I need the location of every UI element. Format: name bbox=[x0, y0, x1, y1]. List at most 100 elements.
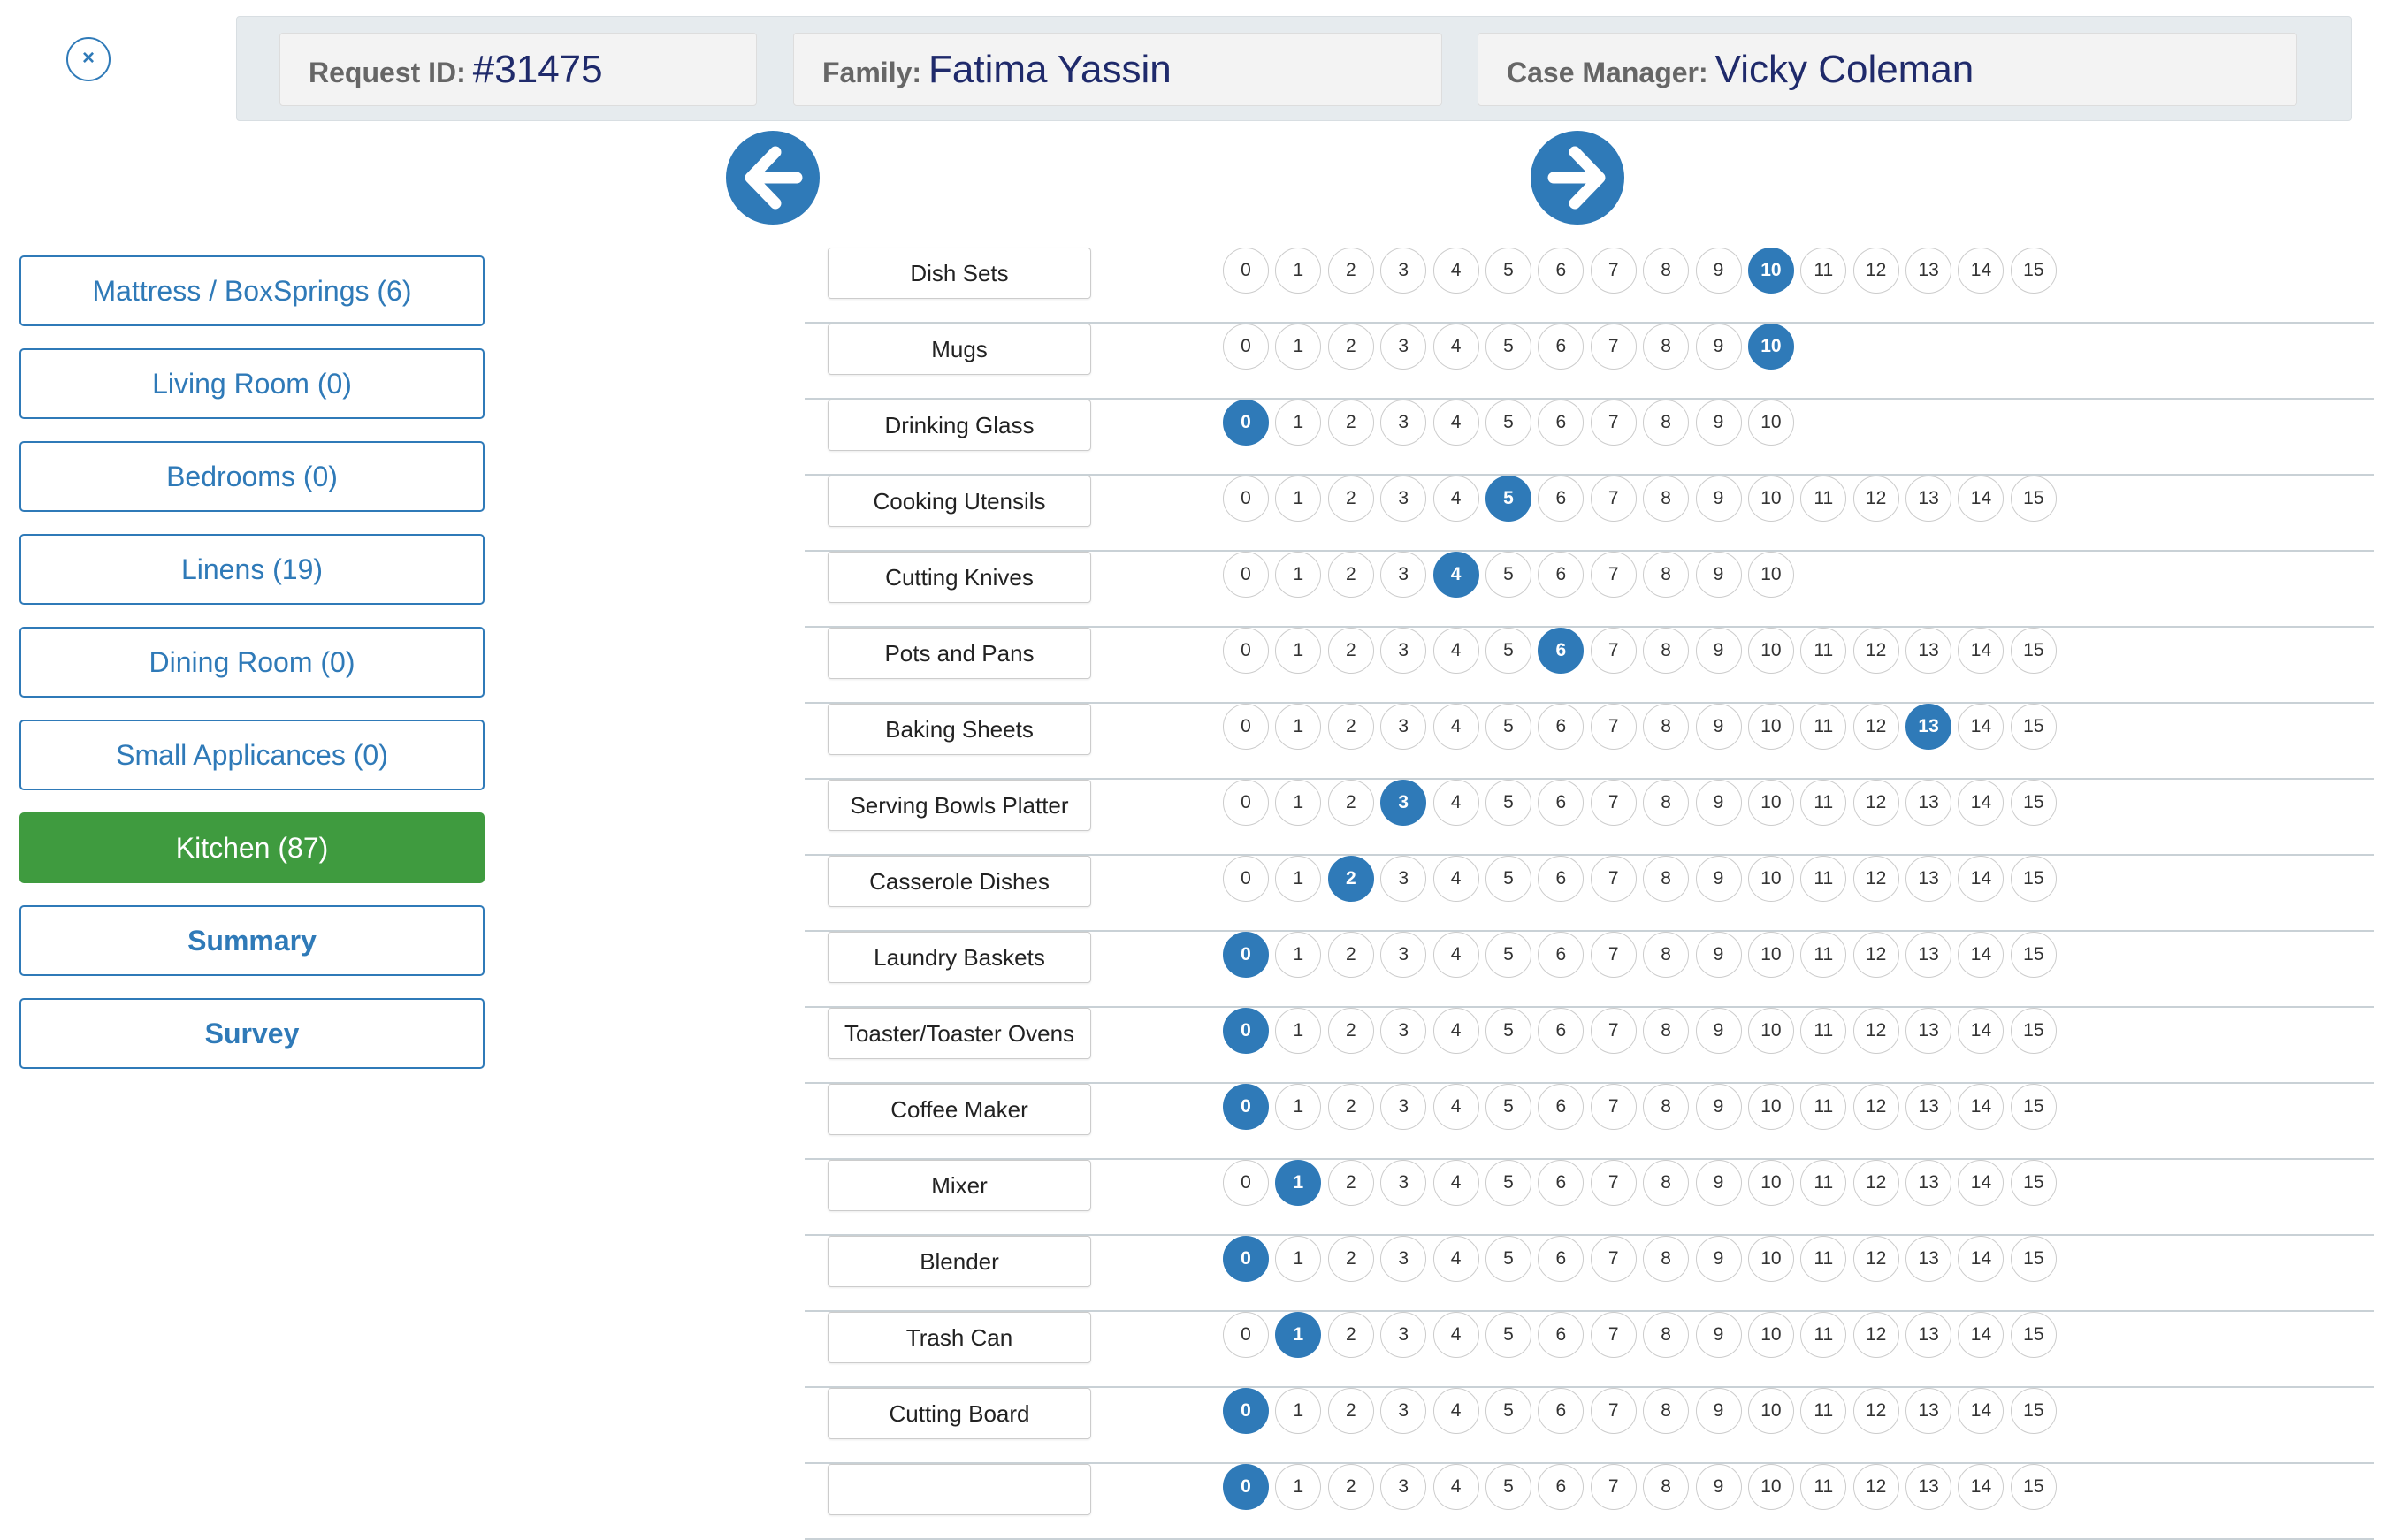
quantity-option[interactable]: 14 bbox=[1958, 1084, 2005, 1130]
quantity-option[interactable]: 9 bbox=[1695, 1008, 1742, 1054]
quantity-option[interactable]: 4 bbox=[1432, 1464, 1479, 1510]
previous-button[interactable] bbox=[726, 131, 820, 225]
quantity-option[interactable]: 14 bbox=[1958, 932, 2005, 978]
quantity-option[interactable]: 0 bbox=[1223, 1312, 1269, 1358]
quantity-option[interactable]: 3 bbox=[1380, 1312, 1427, 1358]
quantity-option[interactable]: 13 bbox=[1905, 1312, 1952, 1358]
quantity-option[interactable]: 0 bbox=[1223, 932, 1269, 978]
category-survey[interactable]: Survey bbox=[19, 998, 485, 1069]
quantity-option[interactable]: 11 bbox=[1800, 1312, 1847, 1358]
quantity-option[interactable]: 0 bbox=[1223, 552, 1269, 598]
quantity-option[interactable]: 4 bbox=[1432, 780, 1479, 826]
category-mattress-boxsprings[interactable]: Mattress / BoxSprings (6) bbox=[19, 255, 485, 326]
quantity-option[interactable]: 10 bbox=[1747, 780, 1794, 826]
quantity-option[interactable]: 2 bbox=[1327, 704, 1374, 750]
quantity-option[interactable]: 4 bbox=[1432, 476, 1479, 522]
quantity-option[interactable]: 15 bbox=[2010, 1464, 2057, 1510]
quantity-option[interactable]: 11 bbox=[1800, 1008, 1847, 1054]
quantity-option[interactable]: 12 bbox=[1852, 248, 1899, 294]
quantity-option[interactable]: 7 bbox=[1590, 932, 1637, 978]
quantity-option[interactable]: 12 bbox=[1852, 628, 1899, 674]
quantity-option[interactable]: 5 bbox=[1485, 1236, 1531, 1282]
quantity-option[interactable]: 13 bbox=[1905, 856, 1952, 902]
quantity-option[interactable]: 11 bbox=[1800, 1160, 1847, 1206]
quantity-option[interactable]: 7 bbox=[1590, 1312, 1637, 1358]
category-small-applicances[interactable]: Small Applicances (0) bbox=[19, 720, 485, 790]
quantity-option[interactable]: 0 bbox=[1223, 856, 1269, 902]
quantity-option[interactable]: 3 bbox=[1380, 628, 1427, 674]
quantity-option[interactable]: 7 bbox=[1590, 552, 1637, 598]
quantity-option[interactable]: 4 bbox=[1432, 552, 1479, 598]
quantity-option[interactable]: 2 bbox=[1327, 552, 1374, 598]
quantity-option[interactable]: 6 bbox=[1538, 704, 1585, 750]
quantity-option[interactable]: 11 bbox=[1800, 1236, 1847, 1282]
quantity-option[interactable]: 3 bbox=[1380, 1464, 1427, 1510]
quantity-option[interactable]: 9 bbox=[1695, 780, 1742, 826]
quantity-option[interactable]: 0 bbox=[1223, 476, 1269, 522]
quantity-option[interactable]: 8 bbox=[1643, 1388, 1690, 1434]
quantity-option[interactable]: 0 bbox=[1223, 324, 1269, 370]
quantity-option[interactable]: 8 bbox=[1643, 780, 1690, 826]
quantity-option[interactable]: 6 bbox=[1538, 856, 1585, 902]
quantity-option[interactable]: 14 bbox=[1958, 856, 2005, 902]
quantity-option[interactable]: 12 bbox=[1852, 1008, 1899, 1054]
quantity-option[interactable]: 8 bbox=[1643, 1236, 1690, 1282]
quantity-option[interactable]: 2 bbox=[1327, 476, 1374, 522]
quantity-option[interactable]: 4 bbox=[1432, 1388, 1479, 1434]
quantity-option[interactable]: 5 bbox=[1485, 704, 1531, 750]
quantity-option[interactable]: 13 bbox=[1905, 1236, 1952, 1282]
quantity-option[interactable]: 15 bbox=[2010, 856, 2057, 902]
quantity-option[interactable]: 3 bbox=[1380, 1008, 1427, 1054]
quantity-option[interactable]: 15 bbox=[2010, 1388, 2057, 1434]
quantity-option[interactable]: 0 bbox=[1223, 248, 1269, 294]
quantity-option[interactable]: 3 bbox=[1380, 1084, 1427, 1130]
quantity-option[interactable]: 10 bbox=[1747, 1388, 1794, 1434]
quantity-option[interactable]: 15 bbox=[2010, 248, 2057, 294]
category-summary[interactable]: Summary bbox=[19, 905, 485, 976]
quantity-option[interactable]: 7 bbox=[1590, 1008, 1637, 1054]
quantity-option[interactable]: 4 bbox=[1432, 704, 1479, 750]
quantity-option[interactable]: 7 bbox=[1590, 1160, 1637, 1206]
quantity-option[interactable]: 6 bbox=[1538, 324, 1585, 370]
quantity-option[interactable]: 3 bbox=[1380, 780, 1427, 826]
quantity-option[interactable]: 8 bbox=[1643, 856, 1690, 902]
quantity-option[interactable]: 8 bbox=[1643, 932, 1690, 978]
quantity-option[interactable]: 13 bbox=[1905, 932, 1952, 978]
quantity-option[interactable]: 10 bbox=[1747, 1236, 1794, 1282]
quantity-option[interactable]: 12 bbox=[1852, 1464, 1899, 1510]
quantity-option[interactable]: 2 bbox=[1327, 248, 1374, 294]
quantity-option[interactable]: 10 bbox=[1747, 476, 1794, 522]
quantity-option[interactable]: 1 bbox=[1275, 856, 1322, 902]
quantity-option[interactable]: 1 bbox=[1275, 1312, 1322, 1358]
quantity-option[interactable]: 7 bbox=[1590, 780, 1637, 826]
quantity-option[interactable]: 8 bbox=[1643, 400, 1690, 446]
quantity-option[interactable]: 3 bbox=[1380, 704, 1427, 750]
close-button[interactable]: × bbox=[66, 37, 111, 81]
quantity-option[interactable]: 6 bbox=[1538, 552, 1585, 598]
quantity-option[interactable]: 10 bbox=[1747, 248, 1794, 294]
quantity-option[interactable]: 14 bbox=[1958, 1464, 2005, 1510]
quantity-option[interactable]: 4 bbox=[1432, 932, 1479, 978]
quantity-option[interactable]: 13 bbox=[1905, 1388, 1952, 1434]
quantity-option[interactable]: 9 bbox=[1695, 704, 1742, 750]
quantity-option[interactable]: 9 bbox=[1695, 1464, 1742, 1510]
quantity-option[interactable]: 2 bbox=[1327, 932, 1374, 978]
quantity-option[interactable]: 11 bbox=[1800, 476, 1847, 522]
quantity-option[interactable]: 2 bbox=[1327, 1312, 1374, 1358]
quantity-option[interactable]: 1 bbox=[1275, 1464, 1322, 1510]
quantity-option[interactable]: 6 bbox=[1538, 476, 1585, 522]
quantity-option[interactable]: 12 bbox=[1852, 1388, 1899, 1434]
quantity-option[interactable]: 1 bbox=[1275, 704, 1322, 750]
quantity-option[interactable]: 12 bbox=[1852, 476, 1899, 522]
quantity-option[interactable]: 13 bbox=[1905, 1464, 1952, 1510]
quantity-option[interactable]: 9 bbox=[1695, 1160, 1742, 1206]
quantity-option[interactable]: 14 bbox=[1958, 1160, 2005, 1206]
quantity-option[interactable]: 11 bbox=[1800, 248, 1847, 294]
quantity-option[interactable]: 2 bbox=[1327, 780, 1374, 826]
quantity-option[interactable]: 5 bbox=[1485, 856, 1531, 902]
quantity-option[interactable]: 1 bbox=[1275, 1160, 1322, 1206]
quantity-option[interactable]: 9 bbox=[1695, 400, 1742, 446]
quantity-option[interactable]: 5 bbox=[1485, 628, 1531, 674]
quantity-option[interactable]: 6 bbox=[1538, 1008, 1585, 1054]
quantity-option[interactable]: 10 bbox=[1747, 1312, 1794, 1358]
